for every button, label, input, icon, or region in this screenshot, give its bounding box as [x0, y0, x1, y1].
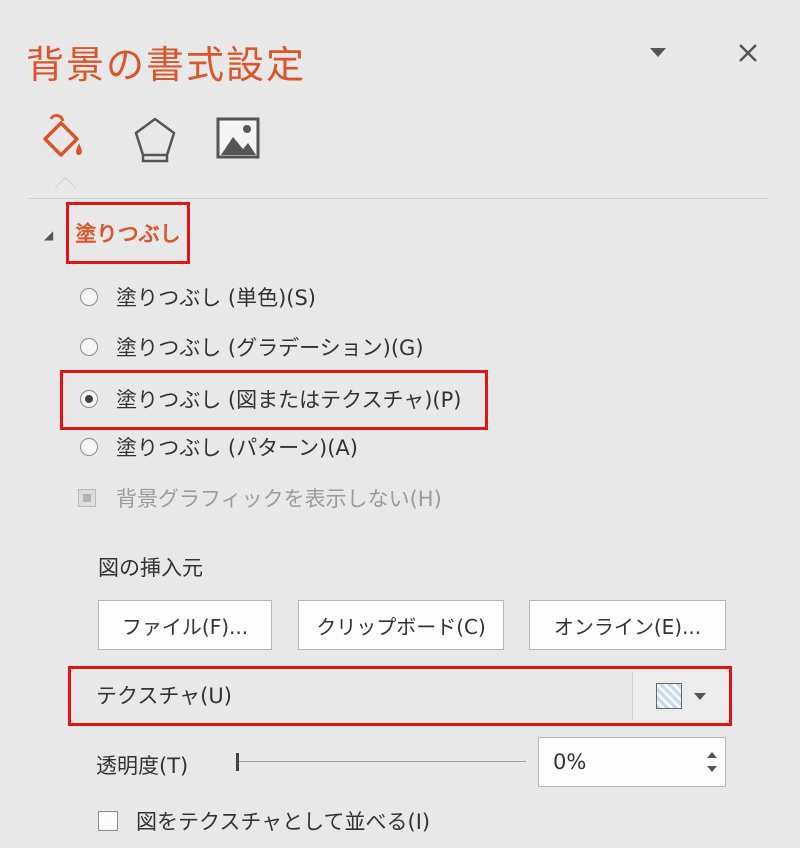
slider-track [236, 761, 526, 762]
clipboard-button[interactable]: クリップボード(C) [298, 600, 504, 650]
radio-button[interactable] [80, 288, 98, 306]
dropdown-arrow-icon [693, 692, 706, 700]
radio-solid-fill[interactable]: 塗りつぶし (単色)(S) [80, 280, 316, 314]
file-button[interactable]: ファイル(F)... [98, 600, 272, 650]
transparency-label: 透明度(T) [96, 754, 189, 778]
checkbox-disabled [78, 489, 96, 507]
insert-from-label: 図の挿入元 [98, 556, 203, 580]
pentagon-icon[interactable] [127, 110, 183, 166]
chevron-down-icon[interactable] [643, 38, 673, 68]
radio-label: 塗りつぶし (グラデーション)(G) [116, 336, 424, 360]
radio-button[interactable] [80, 338, 98, 356]
active-tab-caret [54, 176, 77, 199]
tile-picture-as-texture-checkbox[interactable]: 図をテクスチャとして並べる(I) [98, 806, 430, 836]
tile-label: 図をテクスチャとして並べる(I) [136, 810, 431, 834]
texture-dropdown[interactable] [632, 672, 728, 720]
spin-arrows[interactable] [699, 738, 725, 786]
tab-divider [28, 198, 768, 199]
slider-thumb[interactable] [236, 753, 239, 771]
close-icon[interactable] [733, 38, 763, 68]
radio-label: 塗りつぶし (図またはテクスチャ)(P) [116, 388, 462, 412]
hide-graphics-label: 背景グラフィックを表示しない(H) [116, 487, 442, 511]
radio-button-selected[interactable] [80, 390, 98, 408]
radio-label: 塗りつぶし (パターン)(A) [116, 436, 358, 460]
hide-background-graphics-checkbox: 背景グラフィックを表示しない(H) [78, 482, 442, 514]
radio-gradient-fill[interactable]: 塗りつぶし (グラデーション)(G) [80, 330, 424, 364]
transparency-spinbox[interactable]: 0% [538, 737, 726, 787]
collapse-triangle-icon[interactable]: ◢ [44, 228, 53, 242]
panel-title: 背景の書式設定 [26, 43, 307, 87]
spin-down-icon[interactable] [707, 766, 717, 772]
paint-bucket-icon[interactable] [34, 110, 90, 166]
transparency-value[interactable]: 0% [539, 750, 699, 774]
radio-pattern-fill[interactable]: 塗りつぶし (パターン)(A) [80, 430, 358, 464]
radio-label: 塗りつぶし (単色)(S) [116, 286, 316, 310]
radio-button[interactable] [80, 438, 98, 456]
transparency-slider[interactable] [236, 751, 526, 773]
section-fill-title[interactable]: 塗りつぶし [66, 202, 190, 264]
texture-swatch-icon [655, 683, 682, 709]
spin-up-icon[interactable] [707, 752, 717, 758]
texture-label: テクスチャ(U) [96, 684, 232, 708]
radio-picture-texture-fill[interactable]: 塗りつぶし (図またはテクスチャ)(P) [80, 382, 461, 416]
checkbox[interactable] [98, 811, 118, 831]
picture-icon[interactable] [210, 110, 266, 166]
online-button[interactable]: オンライン(E)... [529, 600, 726, 650]
